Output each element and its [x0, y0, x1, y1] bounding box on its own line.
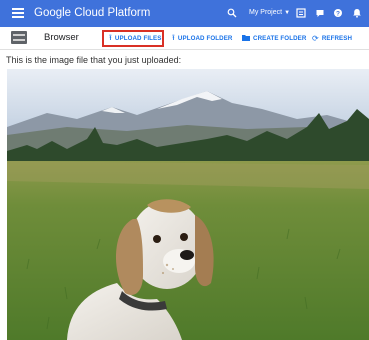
- account-icon[interactable]: [351, 8, 362, 19]
- brand-title[interactable]: Google Cloud Platform: [34, 7, 150, 19]
- folder-icon: [242, 34, 250, 43]
- refresh-icon: ⟳: [312, 34, 319, 43]
- project-name: My Project: [249, 9, 283, 16]
- console-icon[interactable]: [295, 8, 306, 19]
- page-title: Browser: [44, 32, 79, 43]
- storage-browser-toolbar: Browser ⭱ UPLOAD FILES ⭱ UPLOAD FOLDER C…: [0, 27, 369, 50]
- upload-folder-button[interactable]: ⭱ UPLOAD FOLDER: [172, 30, 233, 47]
- dropdown-caret-icon: ▼: [284, 10, 291, 16]
- dog-in-meadow-photo: [7, 69, 369, 340]
- storage-browser-icon: [11, 31, 27, 44]
- upload-caption: This is the image file that you just upl…: [6, 55, 182, 65]
- refresh-label: REFRESH: [321, 35, 353, 42]
- upload-folder-label: UPLOAD FOLDER: [177, 35, 233, 42]
- upload-files-label: UPLOAD FILES: [114, 35, 162, 42]
- project-selector[interactable]: My Project ▼: [249, 9, 290, 16]
- help-icon[interactable]: [314, 8, 325, 19]
- menu-icon[interactable]: [12, 8, 24, 18]
- search-icon[interactable]: [226, 8, 237, 19]
- create-folder-button[interactable]: CREATE FOLDER: [242, 30, 306, 47]
- notifications-icon[interactable]: ?: [332, 8, 343, 19]
- upload-icon: ⭱: [172, 32, 175, 42]
- create-folder-label: CREATE FOLDER: [253, 35, 307, 42]
- svg-text:?: ?: [336, 11, 340, 18]
- upload-files-button[interactable]: ⭱ UPLOAD FILES: [102, 30, 164, 47]
- top-app-bar: Google Cloud Platform My Project ▼ ?: [0, 0, 369, 27]
- refresh-button[interactable]: ⟳ REFRESH: [312, 30, 352, 47]
- upload-icon: ⭱: [109, 32, 112, 42]
